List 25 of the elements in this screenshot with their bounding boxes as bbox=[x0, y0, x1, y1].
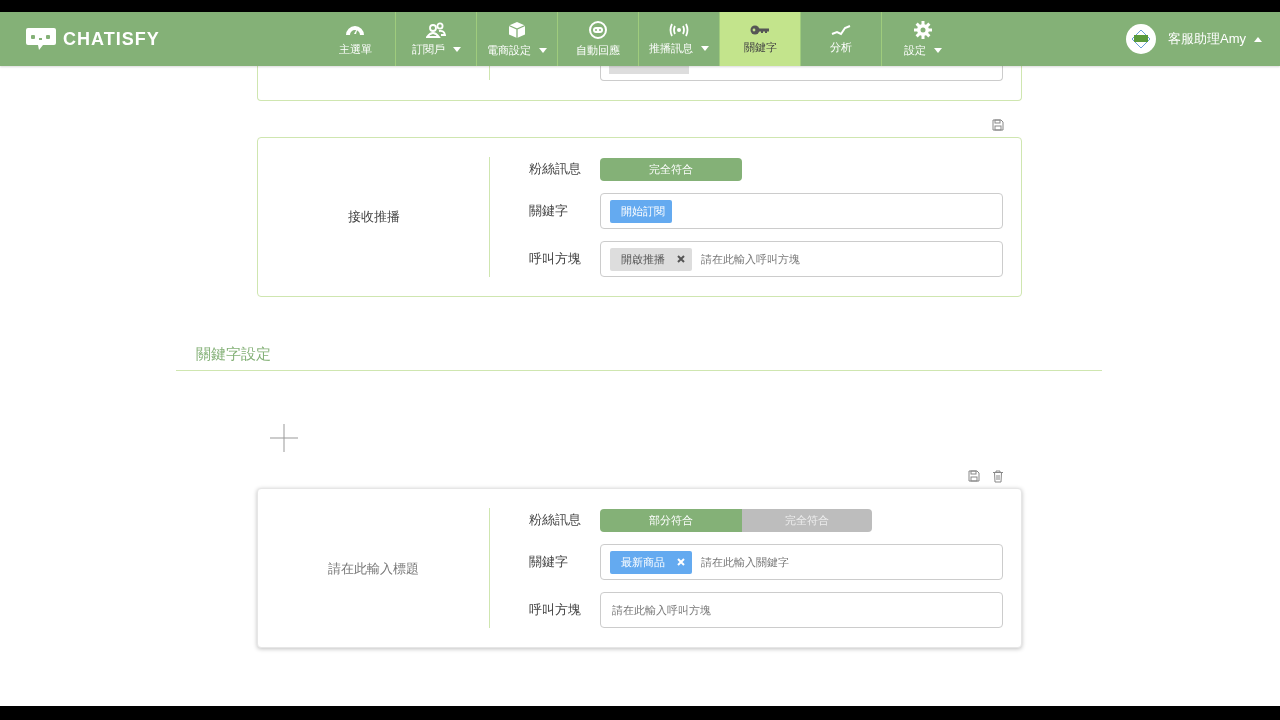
nav-tab[interactable]: 關鍵字 bbox=[720, 12, 801, 66]
tag-label: 開始訂閱 bbox=[621, 203, 665, 219]
field-label: 呼叫方塊 bbox=[529, 250, 582, 268]
nav-tab[interactable]: 分析 bbox=[801, 12, 882, 66]
field-label: 呼叫方塊 bbox=[529, 601, 582, 619]
keyword-field[interactable]: 最新商品 請在此輸入關鍵字 bbox=[600, 544, 1003, 580]
block-field[interactable]: 開啟推播 請在此輸入呼叫方塊 bbox=[600, 241, 1003, 277]
tag-label: 開啟推播 bbox=[621, 251, 665, 267]
nav-tab[interactable]: 訂閱戶 bbox=[396, 12, 477, 66]
section-title: 關鍵字設定 bbox=[196, 345, 272, 364]
nav-tab[interactable]: 設定 bbox=[882, 12, 963, 66]
user-menu[interactable]: 客服助理Amy bbox=[1168, 30, 1262, 48]
nav-tab[interactable]: 電商設定 bbox=[477, 12, 558, 66]
match-option[interactable]: 完全符合 bbox=[600, 157, 742, 181]
rule-title: 接收推播 bbox=[347, 208, 400, 226]
field-label: 關鍵字 bbox=[529, 202, 569, 220]
block-field[interactable]: 請在此輸入呼叫方塊 bbox=[600, 592, 1003, 628]
nav-tab[interactable]: 主選單 bbox=[315, 12, 396, 66]
keyword-field[interactable]: 開始訂閱 bbox=[600, 193, 1003, 229]
tag-label: 最新商品 bbox=[621, 554, 665, 570]
field-label: 關鍵字 bbox=[529, 553, 569, 571]
field-label: 粉絲訊息 bbox=[529, 511, 582, 529]
logo-text: CHATISFY bbox=[63, 28, 160, 50]
field-label: 粉絲訊息 bbox=[529, 160, 582, 178]
match-option[interactable]: 部分符合 bbox=[600, 508, 742, 532]
